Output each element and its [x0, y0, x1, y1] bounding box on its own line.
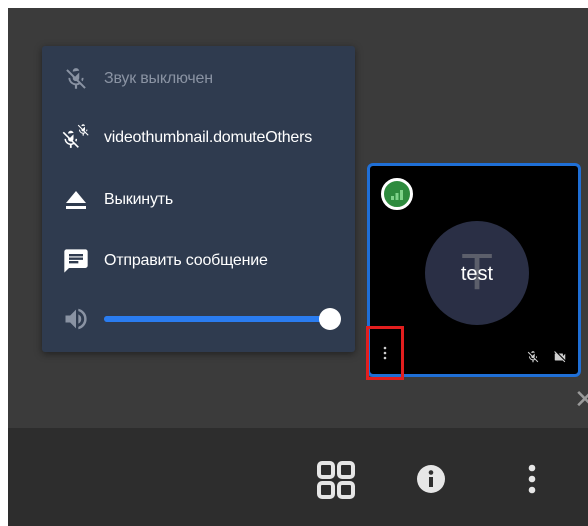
menu-item-mute-others[interactable]: videothumbnail.domuteOthers	[42, 113, 355, 163]
close-icon[interactable]: ✕	[574, 384, 588, 415]
menu-item-mute-label: Звук выключен	[104, 70, 213, 87]
volume-icon	[60, 304, 92, 334]
volume-slider-thumb[interactable]	[319, 308, 341, 330]
status-indicators	[526, 350, 568, 364]
tile-view-button[interactable]	[310, 454, 362, 506]
tile-view-icon	[317, 461, 355, 499]
menu-item-kick[interactable]: Выкинуть	[42, 175, 355, 225]
message-icon	[60, 246, 92, 276]
menu-item-mute[interactable]: Звук выключен	[42, 54, 355, 104]
mic-off-icon	[60, 64, 92, 94]
vertical-dots-icon	[383, 346, 387, 360]
volume-slider[interactable]	[104, 308, 341, 330]
signal-icon	[391, 190, 403, 200]
menu-item-mute-others-label: videothumbnail.domuteOthers	[104, 129, 313, 146]
more-vertical-icon	[528, 464, 536, 494]
eject-icon	[60, 185, 92, 215]
info-button[interactable]	[408, 456, 454, 502]
more-actions-button[interactable]	[516, 456, 548, 502]
menu-item-send-message-label: Отправить сообщение	[104, 252, 268, 269]
connection-indicator[interactable]	[381, 178, 413, 210]
toolbar-band	[8, 428, 588, 526]
info-icon	[417, 465, 445, 493]
participant-display-name: test	[460, 263, 494, 285]
remote-video-menu-button[interactable]	[366, 326, 404, 380]
volume-slider-fill	[104, 316, 330, 322]
menu-item-send-message[interactable]: Отправить сообщение	[42, 236, 355, 286]
menu-item-kick-label: Выкинуть	[104, 191, 174, 208]
volume-control	[42, 294, 355, 344]
avatar: T test	[425, 221, 529, 325]
participant-video-thumbnail[interactable]: T test	[366, 163, 581, 380]
mic-off-icon	[527, 351, 539, 363]
conference-stage: Звук выключен videothumbnail.domuteOther…	[8, 8, 588, 526]
participant-context-menu: Звук выключен videothumbnail.domuteOther…	[42, 46, 355, 352]
mute-others-icon	[60, 123, 92, 153]
camera-off-icon	[554, 351, 566, 363]
